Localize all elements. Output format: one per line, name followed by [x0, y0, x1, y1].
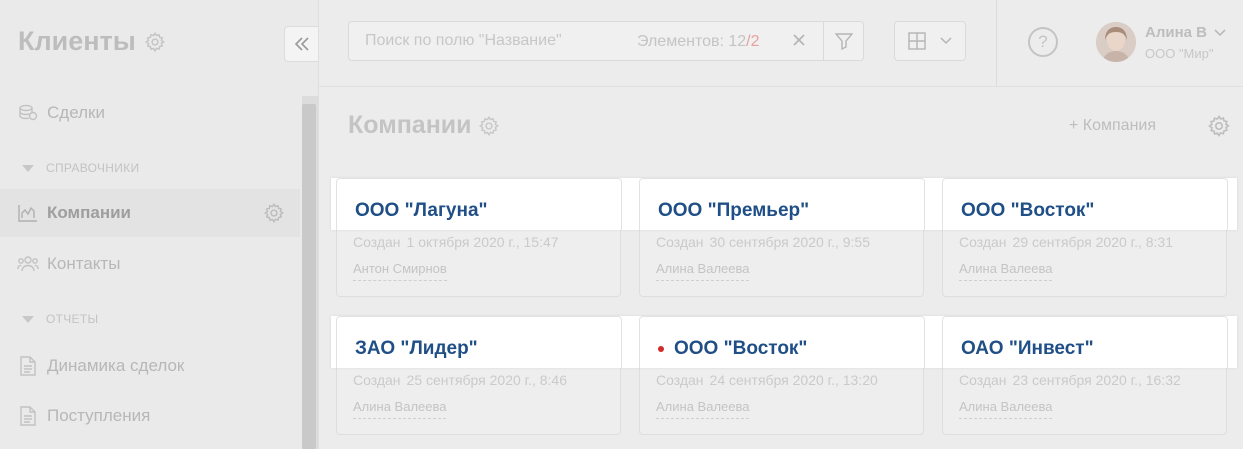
page-title: Компании	[348, 111, 500, 140]
user-org: ООО "Мир"	[1145, 46, 1214, 61]
company-name-link[interactable]: ОАО "Инвест"	[961, 338, 1094, 360]
sidebar-item-contacts[interactable]: Контакты	[0, 240, 300, 288]
created-date: 25 сентября 2020 г., 8:46	[406, 372, 567, 388]
filter-icon	[835, 33, 853, 50]
chevron-down-icon	[940, 37, 952, 45]
element-count: Элементов: 12/2	[637, 33, 760, 51]
app-title-text: Клиенты	[18, 26, 136, 56]
company-name-link[interactable]: ООО "Восток"	[674, 338, 807, 360]
sidebar-scrollbar-thumb[interactable]	[302, 104, 316, 449]
company-name-link[interactable]: ЗАО "Лидер"	[355, 338, 478, 360]
sidebar-item-label: Поступления	[47, 406, 151, 425]
app-title: Клиенты	[18, 26, 166, 57]
sidebar: Клиенты Сделки СПРАВОЧНИКИ Компании Конт…	[0, 0, 319, 449]
card-author[interactable]: Алина Валеева	[353, 399, 447, 419]
card-name-area[interactable]: ЗАО "Лидер"	[336, 316, 622, 368]
card-name-area[interactable]: ООО "Восток"	[942, 178, 1228, 230]
created-date: 30 сентября 2020 г., 9:55	[709, 234, 870, 250]
add-company-button[interactable]: + Компания	[1069, 117, 1156, 135]
coins-icon	[17, 102, 39, 124]
created-date: 1 октября 2020 г., 15:47	[406, 234, 559, 250]
card-created: Создан 29 сентября 2020 г., 8:31	[959, 234, 1179, 250]
count-selected[interactable]: 2	[751, 33, 760, 50]
sidebar-item-label: Компании	[47, 203, 132, 222]
count-total: Элементов: 12	[637, 33, 747, 50]
avatar[interactable]	[1096, 22, 1136, 62]
sidebar-item-deals[interactable]: Сделки	[0, 89, 300, 137]
clear-search-button[interactable]	[792, 31, 806, 52]
page-title-text: Компании	[348, 111, 472, 139]
created-date: 24 сентября 2020 г., 13:20	[709, 372, 878, 388]
header-divider	[996, 0, 997, 86]
collapse-sidebar-button[interactable]	[284, 26, 318, 62]
created-label: Создан	[656, 234, 704, 250]
bar-chart-icon	[17, 202, 39, 224]
card-created: Создан 24 сентября 2020 г., 13:20	[656, 372, 884, 388]
user-name[interactable]: Алина В	[1145, 24, 1207, 41]
gear-icon	[1208, 115, 1230, 137]
triangle-down-icon	[22, 164, 34, 172]
created-label: Создан	[959, 372, 1007, 388]
section-label: ОТЧЕТЫ	[46, 312, 99, 326]
sidebar-item-receipts[interactable]: Поступления	[0, 392, 300, 440]
card-created: Создан 30 сентября 2020 г., 9:55	[656, 234, 876, 250]
document-icon	[17, 405, 39, 427]
created-label: Создан	[353, 234, 401, 250]
section-references[interactable]: СПРАВОЧНИКИ	[22, 161, 139, 175]
card-created: Создан 1 октября 2020 г., 15:47	[353, 234, 565, 250]
company-name-link[interactable]: ООО "Лагуна"	[355, 200, 488, 222]
search-input[interactable]	[349, 22, 645, 60]
created-label: Создан	[959, 234, 1007, 250]
chevron-down-icon[interactable]	[1214, 24, 1226, 42]
card-author[interactable]: Алина Валеева	[959, 399, 1053, 419]
gear-icon[interactable]	[263, 202, 285, 224]
gear-icon[interactable]	[144, 31, 166, 53]
card-author[interactable]: Алина Валеева	[656, 399, 750, 419]
card-name-area[interactable]: ОАО "Инвест"	[942, 316, 1228, 368]
card-created: Создан 23 сентября 2020 г., 16:32	[959, 372, 1187, 388]
created-label: Создан	[353, 372, 401, 388]
created-date: 29 сентября 2020 г., 8:31	[1012, 234, 1173, 250]
company-name-link[interactable]: ООО "Премьер"	[658, 200, 809, 222]
card-name-area[interactable]: ООО "Восток"	[639, 316, 925, 368]
sidebar-item-deal-dynamics[interactable]: Динамика сделок	[0, 342, 300, 390]
view-mode-button[interactable]	[894, 21, 966, 61]
close-icon	[793, 34, 805, 46]
filter-button[interactable]	[823, 22, 864, 60]
company-name-link[interactable]: ООО "Восток"	[961, 200, 1094, 222]
card-name-area[interactable]: ООО "Лагуна"	[336, 178, 622, 230]
unread-dot-icon	[658, 346, 664, 352]
company-name-row[interactable]: ООО "Восток"	[658, 338, 807, 360]
card-author[interactable]: Антон Смирнов	[353, 261, 447, 281]
gear-icon[interactable]	[478, 115, 500, 137]
triangle-down-icon	[22, 315, 34, 323]
card-created: Создан 25 сентября 2020 г., 8:46	[353, 372, 573, 388]
search-box: Элементов: 12/2	[348, 21, 864, 61]
header-divider	[318, 86, 1243, 87]
page-settings-button[interactable]	[1207, 114, 1231, 143]
card-author[interactable]: Алина Валеева	[959, 261, 1053, 281]
help-icon[interactable]: ?	[1028, 27, 1058, 57]
document-icon	[17, 355, 39, 377]
card-name-area[interactable]: ООО "Премьер"	[639, 178, 925, 230]
sidebar-item-companies[interactable]: Компании	[0, 189, 300, 237]
section-label: СПРАВОЧНИКИ	[46, 161, 140, 175]
sidebar-item-label: Динамика сделок	[47, 356, 185, 375]
created-date: 23 сентября 2020 г., 16:32	[1012, 372, 1181, 388]
grid-icon	[908, 32, 926, 50]
users-icon	[17, 253, 39, 275]
card-author[interactable]: Алина Валеева	[656, 261, 750, 281]
created-label: Создан	[656, 372, 704, 388]
sidebar-item-label: Сделки	[47, 103, 105, 122]
sidebar-item-label: Контакты	[47, 254, 121, 273]
double-chevron-left-icon	[294, 37, 309, 51]
section-reports[interactable]: ОТЧЕТЫ	[22, 312, 98, 326]
